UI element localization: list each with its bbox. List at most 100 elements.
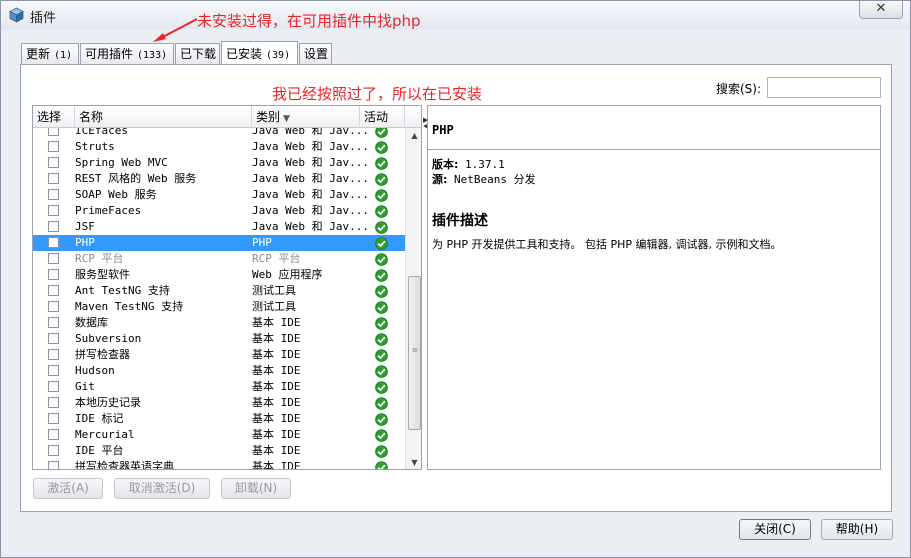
table-row[interactable]: Struts Java Web 和 Jav... bbox=[33, 139, 405, 155]
select-checkbox[interactable] bbox=[48, 205, 59, 216]
select-checkbox[interactable] bbox=[48, 141, 59, 152]
active-check-icon bbox=[375, 141, 388, 154]
tab-downloaded[interactable]: 已下载 bbox=[175, 43, 220, 65]
active-check-icon bbox=[375, 269, 388, 282]
active-check-icon bbox=[375, 285, 388, 298]
help-button[interactable]: 帮助(H) bbox=[821, 519, 893, 540]
plugin-name: JSF bbox=[75, 220, 95, 233]
active-check-icon bbox=[375, 413, 388, 426]
tab-count: (39) bbox=[266, 50, 291, 61]
select-checkbox[interactable] bbox=[48, 317, 59, 328]
tab-label: 更新 bbox=[26, 47, 51, 61]
scroll-down-icon[interactable]: ▼ bbox=[406, 455, 421, 469]
scroll-thumb[interactable]: ≡ bbox=[408, 276, 421, 430]
table-row[interactable]: PrimeFaces Java Web 和 Jav... bbox=[33, 203, 405, 219]
plugin-name: Hudson bbox=[75, 364, 115, 377]
table-row[interactable]: ICEfaces Java Web 和 Jav... bbox=[33, 128, 405, 139]
annotation-middle: 我已经按照过了，所以在已安装 bbox=[272, 85, 483, 103]
active-check-icon bbox=[375, 461, 388, 469]
tab-installed[interactable]: 已安装 (39) bbox=[221, 41, 298, 64]
active-check-icon bbox=[375, 381, 388, 394]
select-checkbox[interactable] bbox=[48, 301, 59, 312]
select-checkbox[interactable] bbox=[48, 173, 59, 184]
select-checkbox[interactable] bbox=[48, 429, 59, 440]
table-row[interactable]: 本地历史记录 基本 IDE bbox=[33, 395, 405, 411]
uninstall-button[interactable]: 卸载(N) bbox=[221, 478, 291, 499]
select-checkbox[interactable] bbox=[48, 221, 59, 232]
table-row[interactable]: 拼写检查器 基本 IDE bbox=[33, 347, 405, 363]
select-checkbox[interactable] bbox=[48, 381, 59, 392]
active-check-icon bbox=[375, 445, 388, 458]
select-checkbox[interactable] bbox=[48, 445, 59, 456]
window-close-button[interactable]: ✕ bbox=[859, 1, 903, 19]
plugin-name: Git bbox=[75, 380, 95, 393]
table-row[interactable]: IDE 平台 基本 IDE bbox=[33, 443, 405, 459]
tab-settings[interactable]: 设置 bbox=[299, 43, 332, 65]
header-select[interactable]: 选择 bbox=[33, 106, 75, 128]
window-title: 插件 bbox=[30, 11, 57, 26]
select-checkbox[interactable] bbox=[48, 128, 59, 136]
plugin-category: Java Web 和 Jav... bbox=[252, 140, 369, 153]
select-checkbox[interactable] bbox=[48, 413, 59, 424]
table-row[interactable]: 数据库 基本 IDE bbox=[33, 315, 405, 331]
table-scrollbar[interactable]: ▲ ≡ ▼ bbox=[405, 128, 421, 469]
table-body: ICEfaces Java Web 和 Jav... Struts Java Web … bbox=[33, 128, 405, 470]
plugin-category: 基本 IDE bbox=[252, 348, 301, 361]
detail-version: 版本: 1.37.1 bbox=[432, 158, 505, 171]
table-row[interactable]: SOAP Web 服务 Java Web 和 Jav... bbox=[33, 187, 405, 203]
active-check-icon bbox=[375, 173, 388, 186]
table-row[interactable]: Ant TestNG 支持 测试工具 bbox=[33, 283, 405, 299]
select-checkbox[interactable] bbox=[48, 237, 59, 248]
deactivate-button[interactable]: 取消激活(D) bbox=[114, 478, 210, 499]
detail-description-heading: 插件描述 bbox=[432, 213, 488, 229]
select-checkbox[interactable] bbox=[48, 189, 59, 200]
detail-description: 为 PHP 开发提供工具和支持。 包括 PHP 编辑器, 调试器, 示例和文档。 bbox=[432, 238, 782, 251]
netbeans-cube-icon bbox=[9, 7, 24, 23]
tab-updates[interactable]: 更新 (1) bbox=[21, 43, 79, 65]
close-icon: ✕ bbox=[875, 1, 887, 16]
plugin-category: 基本 IDE bbox=[252, 396, 301, 409]
select-checkbox[interactable] bbox=[48, 269, 59, 280]
select-checkbox[interactable] bbox=[48, 365, 59, 376]
scroll-up-icon[interactable]: ▲ bbox=[406, 128, 421, 144]
plugin-name: 服务型软件 bbox=[75, 268, 130, 281]
header-name[interactable]: 名称 bbox=[75, 106, 252, 128]
select-checkbox[interactable] bbox=[48, 253, 59, 264]
plugin-name: Spring Web MVC bbox=[75, 156, 168, 169]
title-bar: 插件 ✕ bbox=[1, 1, 910, 29]
table-row[interactable]: Spring Web MVC Java Web 和 Jav... bbox=[33, 155, 405, 171]
activate-button[interactable]: 激活(A) bbox=[33, 478, 103, 499]
table-row[interactable]: Hudson 基本 IDE bbox=[33, 363, 405, 379]
select-checkbox[interactable] bbox=[48, 397, 59, 408]
tab-available-plugins[interactable]: 可用插件 (133) bbox=[80, 43, 174, 65]
plugin-category: RCP 平台 bbox=[252, 252, 301, 265]
plugin-category: 基本 IDE bbox=[252, 380, 301, 393]
table-row[interactable]: IDE 标记 基本 IDE bbox=[33, 411, 405, 427]
table-row[interactable]: REST 风格的 Web 服务 Java Web 和 Jav... bbox=[33, 171, 405, 187]
plugin-category: Java Web 和 Jav... bbox=[252, 172, 369, 185]
table-header: 选择 名称 类别 ▼ 活动 bbox=[33, 106, 421, 128]
search-input[interactable] bbox=[767, 77, 881, 98]
plugin-category: 基本 IDE bbox=[252, 364, 301, 377]
select-checkbox[interactable] bbox=[48, 157, 59, 168]
table-row[interactable]: Git 基本 IDE bbox=[33, 379, 405, 395]
table-row[interactable]: Mercurial 基本 IDE bbox=[33, 427, 405, 443]
header-active[interactable]: 活动 bbox=[360, 106, 405, 128]
table-row[interactable]: RCP 平台 RCP 平台 bbox=[33, 251, 405, 267]
active-check-icon bbox=[375, 157, 388, 170]
select-checkbox[interactable] bbox=[48, 461, 59, 469]
select-checkbox[interactable] bbox=[48, 349, 59, 360]
table-row[interactable]: Maven TestNG 支持 测试工具 bbox=[33, 299, 405, 315]
plugin-name: 拼写检查器英语字典 bbox=[75, 460, 174, 470]
close-button[interactable]: 关闭(C) bbox=[739, 519, 811, 540]
table-row[interactable]: 拼写检查器英语字典 基本 IDE bbox=[33, 459, 405, 470]
plugin-category: Java Web 和 Jav... bbox=[252, 204, 369, 217]
header-category[interactable]: 类别 ▼ bbox=[252, 106, 360, 128]
select-checkbox[interactable] bbox=[48, 333, 59, 344]
table-row[interactable]: JSF Java Web 和 Jav... bbox=[33, 219, 405, 235]
plugin-name: PHP bbox=[75, 236, 95, 249]
table-row[interactable]: Subversion 基本 IDE bbox=[33, 331, 405, 347]
table-row[interactable]: 服务型软件 Web 应用程序 bbox=[33, 267, 405, 283]
table-row[interactable]: PHP PHP bbox=[33, 235, 405, 251]
select-checkbox[interactable] bbox=[48, 285, 59, 296]
